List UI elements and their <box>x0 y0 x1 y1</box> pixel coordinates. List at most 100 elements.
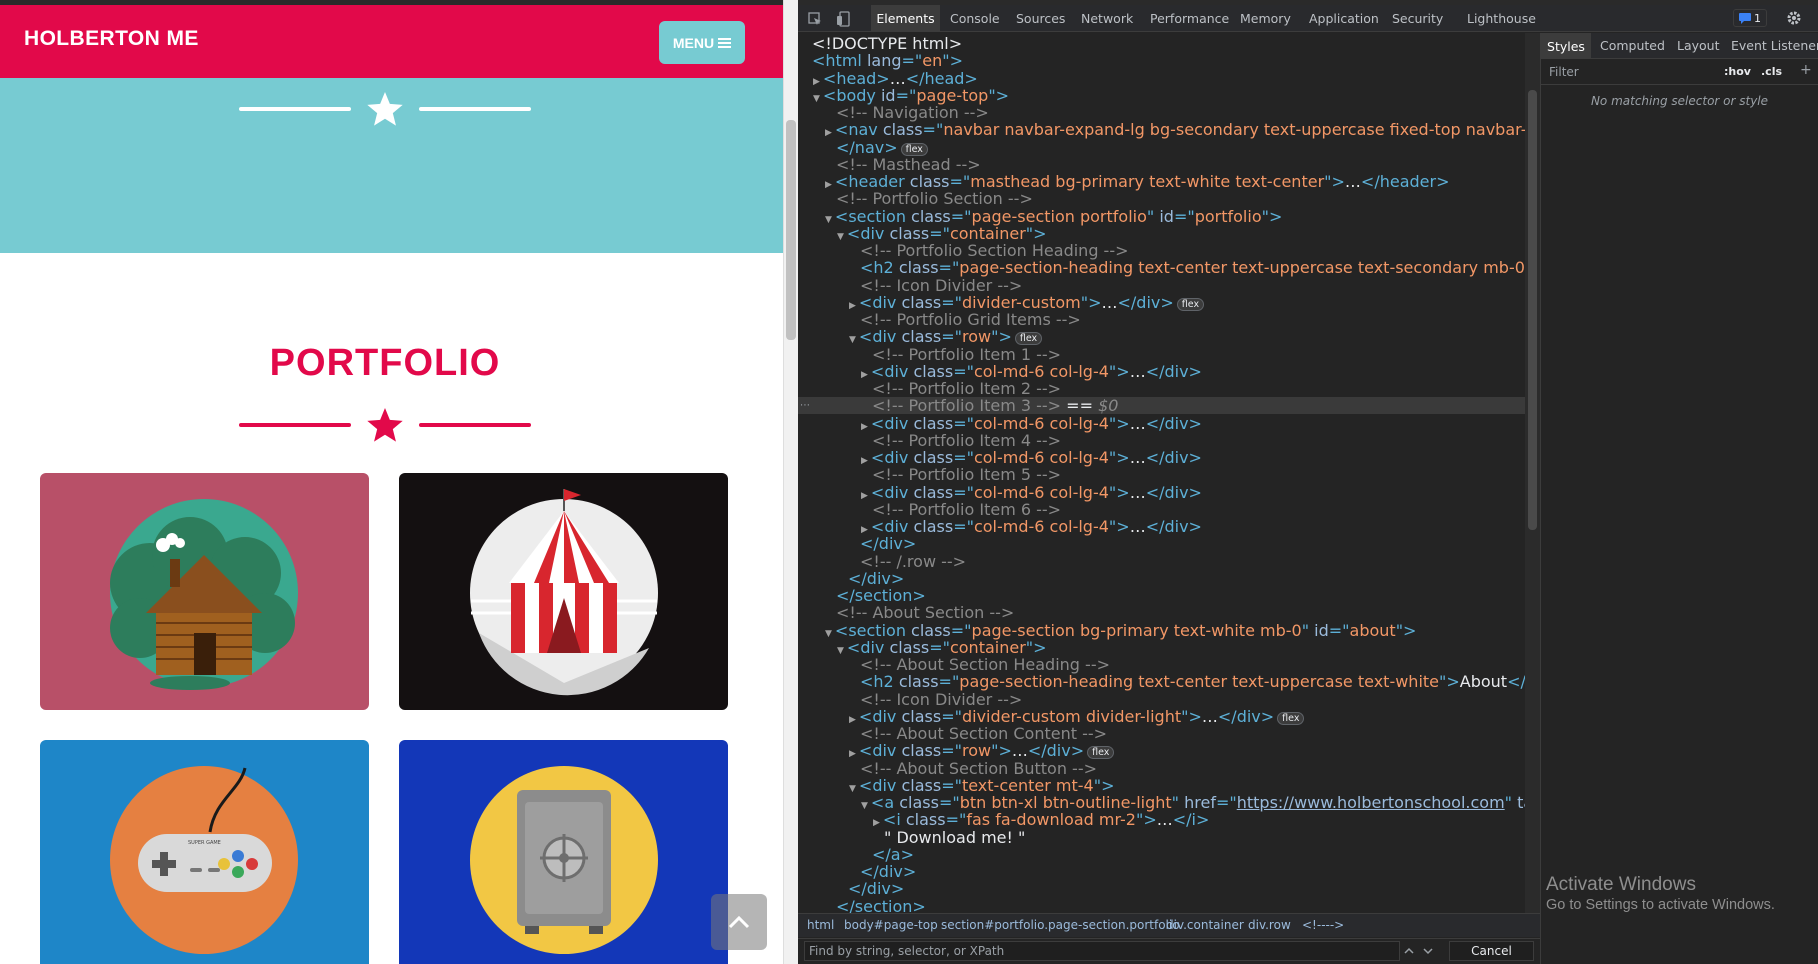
find-next-chevron-down-icon[interactable] <box>1420 945 1436 957</box>
flex-badge[interactable]: flex <box>900 142 928 156</box>
dom-token[interactable]: https://www.holbertonschool.com <box>1237 793 1505 812</box>
tab-security[interactable]: Security <box>1392 11 1443 26</box>
collapse-triangle-icon[interactable]: ▼ <box>837 646 844 656</box>
dom-line[interactable]: <!-- Icon Divider --> <box>860 691 1022 708</box>
portfolio-item-safe[interactable] <box>399 740 728 964</box>
expand-triangle-icon[interactable]: ▶ <box>849 749 856 759</box>
expand-triangle-icon[interactable]: ▶ <box>813 77 820 87</box>
flex-badge[interactable]: flex <box>1176 297 1205 311</box>
dom-line[interactable]: </section> <box>836 587 926 604</box>
tab-application[interactable]: Application <box>1309 11 1379 26</box>
find-previous-chevron-up-icon[interactable] <box>1401 945 1417 957</box>
dom-line[interactable]: <!-- About Section Content --> <box>860 725 1107 742</box>
subtab-styles[interactable]: Styles <box>1541 33 1591 59</box>
portfolio-item-circus-tent[interactable] <box>399 473 728 710</box>
breadcrumb-body[interactable]: body#page-top <box>844 918 938 932</box>
tab-performance[interactable]: Performance <box>1150 11 1229 26</box>
dom-line[interactable]: ▼ <body id="page-top"> <box>813 87 1009 104</box>
expand-triangle-icon[interactable]: ▶ <box>849 715 856 725</box>
collapse-triangle-icon[interactable]: ▼ <box>849 784 856 794</box>
collapse-triangle-icon[interactable]: ▼ <box>825 215 832 225</box>
dom-line[interactable]: <!DOCTYPE html> <box>812 35 962 52</box>
dom-line[interactable]: <!-- Icon Divider --> <box>860 277 1022 294</box>
tab-elements[interactable]: Elements <box>871 5 940 32</box>
dom-line[interactable]: <!-- Masthead --> <box>836 156 981 173</box>
dom-line[interactable]: <!-- About Section Heading --> <box>860 656 1110 673</box>
tab-network[interactable]: Network <box>1081 11 1133 26</box>
dom-line[interactable]: ▶ <div class="row">…</div> flex <box>849 742 1115 760</box>
flex-badge[interactable]: flex <box>1014 332 1043 346</box>
dom-line[interactable]: <!-- Portfolio Item 1 --> <box>872 346 1061 363</box>
dom-line[interactable]: ▼ <div class="container"> <box>837 639 1047 656</box>
portfolio-item-cabin[interactable] <box>40 473 369 710</box>
dom-line[interactable]: <!-- Portfolio Section Heading --> <box>860 242 1129 259</box>
expand-triangle-icon[interactable]: ▶ <box>861 422 868 432</box>
tab-console[interactable]: Console <box>950 11 1000 26</box>
brand-link[interactable]: HOLBERTON ME <box>24 27 199 51</box>
dom-line[interactable]: ▼ <section class="page-section bg-primary… <box>825 622 1416 639</box>
dom-line[interactable]: </section> <box>836 898 926 915</box>
dom-line[interactable]: ▶ <header class="masthead bg-primary text… <box>825 173 1449 190</box>
flex-badge[interactable]: flex <box>1277 711 1305 725</box>
collapse-triangle-icon[interactable]: ▼ <box>813 94 820 104</box>
dom-line[interactable]: " Download me! " <box>884 829 1025 846</box>
scroll-to-top-button[interactable] <box>711 894 767 950</box>
menu-button[interactable]: MENU <box>659 21 745 64</box>
dom-line[interactable]: ▶ <div class="col-md-6 col-lg-4">…</div> <box>861 449 1202 466</box>
subtab-computed[interactable]: Computed <box>1600 38 1665 53</box>
dom-line[interactable]: <!-- /.row --> <box>860 553 966 570</box>
dom-line[interactable]: <!-- Navigation --> <box>836 104 989 121</box>
dom-line[interactable]: ▼ <section class="page-section portfolio"… <box>825 208 1282 225</box>
dom-line[interactable]: <h2 class="page-section-heading text-cen… <box>860 673 1560 690</box>
styles-filter-input[interactable]: Filter <box>1549 65 1579 79</box>
dom-line[interactable]: <!-- About Section --> <box>836 604 1014 621</box>
dom-line[interactable]: ▶ <div class="col-md-6 col-lg-4">…</div> <box>861 518 1202 535</box>
expand-triangle-icon[interactable]: ▶ <box>849 301 856 311</box>
portfolio-item-game-controller[interactable]: SUPER GAME <box>40 740 369 964</box>
collapse-triangle-icon[interactable]: ▼ <box>849 335 856 345</box>
dom-line[interactable]: <!-- Portfolio Grid Items --> <box>860 311 1081 328</box>
dom-line[interactable]: <!-- Portfolio Item 6 --> <box>872 501 1061 518</box>
hover-state-toggle[interactable]: :hov <box>1724 65 1751 78</box>
dom-line[interactable]: </div> <box>860 535 916 552</box>
settings-gear-icon[interactable] <box>1786 10 1802 26</box>
device-toolbar-icon[interactable] <box>836 11 850 27</box>
dom-line[interactable]: <html lang="en"> <box>812 52 963 69</box>
breadcrumb-comment[interactable]: <!----> <box>1302 918 1344 932</box>
dom-line[interactable]: </div> <box>848 570 904 587</box>
dom-line[interactable]: <!-- Portfolio Item 5 --> <box>872 466 1061 483</box>
dom-line[interactable]: ▶ <i class="fas fa-download mr-2">…</i> <box>873 811 1209 828</box>
expand-triangle-icon[interactable]: ▶ <box>861 491 868 501</box>
dom-line[interactable]: ▼ <div class="row"> flex <box>849 328 1043 346</box>
breadcrumb-section[interactable]: section#portfolio.page-section.portfolio <box>941 918 1180 932</box>
find-input[interactable]: Find by string, selector, or XPath <box>804 941 1400 961</box>
dom-line[interactable]: <!-- Portfolio Section --> <box>836 190 1033 207</box>
page-scrollbar-thumb[interactable] <box>786 120 796 340</box>
dom-line[interactable]: <!-- Portfolio Item 4 --> <box>872 432 1061 449</box>
breadcrumb-container[interactable]: div.container <box>1166 918 1244 932</box>
issues-badge[interactable]: 1 <box>1733 9 1767 27</box>
tab-lighthouse[interactable]: Lighthouse <box>1467 11 1536 26</box>
dom-line[interactable]: ▶ <head>…</head> <box>813 70 978 87</box>
dom-line[interactable]: ▶ <div class="col-md-6 col-lg-4">…</div> <box>861 363 1202 380</box>
dom-line[interactable]: </div> <box>848 880 904 897</box>
node-actions-ellipsis[interactable]: ⋯ <box>800 397 810 414</box>
dom-line[interactable]: ▶ <div class="col-md-6 col-lg-4">…</div> <box>861 484 1202 501</box>
flex-badge[interactable]: flex <box>1087 746 1115 760</box>
breadcrumb-row[interactable]: div.row <box>1248 918 1291 932</box>
expand-triangle-icon[interactable]: ▶ <box>861 370 868 380</box>
tab-sources[interactable]: Sources <box>1016 11 1065 26</box>
dom-line[interactable]: ▼ <div class="container"> <box>837 225 1047 242</box>
class-toggle[interactable]: .cls <box>1761 65 1782 78</box>
expand-triangle-icon[interactable]: ▶ <box>861 456 868 466</box>
collapse-triangle-icon[interactable]: ▼ <box>837 232 844 242</box>
dom-tree-scrollbar-thumb[interactable] <box>1528 90 1537 530</box>
dom-line[interactable]: ▼ <div class="text-center mt-4"> <box>849 777 1114 794</box>
expand-triangle-icon[interactable]: ▶ <box>825 128 832 138</box>
expand-triangle-icon[interactable]: ▶ <box>825 180 832 190</box>
subtab-layout[interactable]: Layout <box>1677 38 1720 53</box>
subtab-event-listeners[interactable]: Event Listeners <box>1731 38 1818 53</box>
breadcrumb-html[interactable]: html <box>807 918 834 932</box>
dom-line[interactable]: ▶ <div class="col-md-6 col-lg-4">…</div> <box>861 415 1202 432</box>
dom-line[interactable]: ▶ <div class="divider-custom">…</div> flex <box>849 294 1205 311</box>
